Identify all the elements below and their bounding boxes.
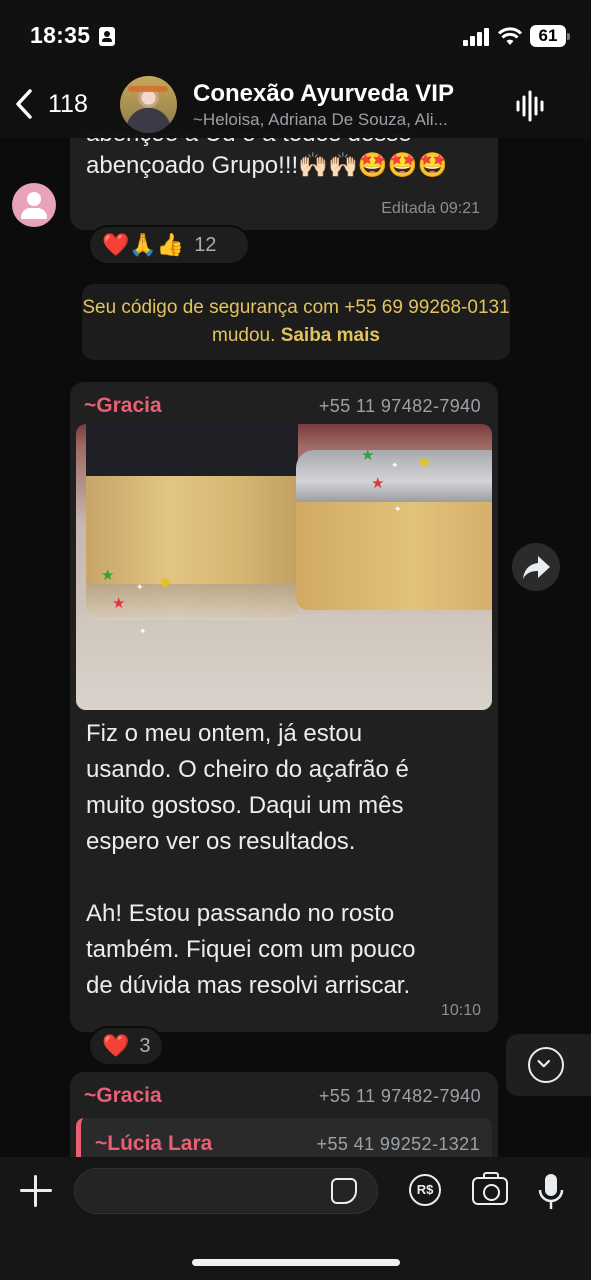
- reactions-bar[interactable]: ❤️ 3: [88, 1026, 164, 1066]
- message-line: espero ver os resultados.: [86, 828, 356, 855]
- status-time: 18:35: [30, 22, 91, 48]
- message-bubble-image[interactable]: ~Gracia +55 11 97482-7940 ★ ★ ✸ ✦ ✦ ★ ★ …: [70, 382, 498, 1032]
- message-body: Fiz o meu ontem, já estou usando. O chei…: [86, 716, 486, 1004]
- message-line: também. Fiquei com um pouco: [86, 936, 416, 963]
- id-card-icon: [99, 27, 115, 46]
- security-code-notice: Seu código de segurança com +55 69 99268…: [82, 284, 510, 360]
- message-line: de dúvida mas resolvi arriscar.: [86, 972, 411, 999]
- sender-name[interactable]: ~Gracia: [84, 394, 162, 418]
- message-line-blank: [86, 860, 486, 896]
- message-line: Ah! Estou passando no rosto: [86, 900, 395, 927]
- learn-more-link[interactable]: Saiba mais: [281, 325, 380, 346]
- scroll-to-bottom-button[interactable]: [506, 1034, 591, 1096]
- home-indicator[interactable]: [192, 1259, 400, 1266]
- group-name[interactable]: Conexão Ayurveda VIP: [193, 80, 454, 108]
- back-chevron-icon[interactable]: [14, 88, 34, 120]
- cellular-signal-icon: [463, 28, 491, 46]
- quoted-sender-phone: +55 41 99252-1321: [316, 1134, 480, 1154]
- message-timestamp: Editada 09:21: [381, 200, 480, 217]
- chevron-down-icon: [528, 1047, 564, 1083]
- camera-icon[interactable]: [472, 1172, 508, 1205]
- message-text-line: abençoado Grupo!!!🙌🏻🙌🏻🤩🤩🤩: [86, 152, 448, 179]
- sender-name[interactable]: ~Gracia: [84, 1084, 162, 1108]
- mic-icon[interactable]: [538, 1172, 564, 1212]
- reaction-emojis: ❤️: [102, 1033, 130, 1058]
- sticker-icon[interactable]: [331, 1178, 357, 1204]
- reaction-emojis: ❤️🙏👍: [102, 232, 185, 257]
- pay-icon[interactable]: R$: [409, 1174, 441, 1206]
- voice-chat-icon[interactable]: [514, 89, 548, 123]
- sender-phone: +55 11 97482-7940: [318, 396, 481, 416]
- message-line: Fiz o meu ontem, já estou: [86, 720, 363, 747]
- battery-indicator: 61: [530, 25, 570, 47]
- chat-header: 118 Conexão Ayurveda VIP ~Heloisa, Adria…: [0, 72, 591, 138]
- forward-button[interactable]: [512, 543, 560, 591]
- status-bar: 18:35 61: [0, 0, 591, 72]
- sender-avatar[interactable]: [12, 183, 56, 227]
- message-text: abençõe a Ud e a todos desse abençoado G…: [86, 134, 486, 182]
- plus-icon[interactable]: [20, 1175, 52, 1207]
- reaction-count: 12: [194, 233, 217, 256]
- unread-count[interactable]: 118: [48, 90, 88, 119]
- group-avatar[interactable]: [120, 76, 177, 133]
- reaction-count: 3: [139, 1034, 151, 1057]
- message-timestamp: 10:10: [440, 1002, 481, 1019]
- reactions-bar[interactable]: ❤️🙏👍 12: [88, 225, 250, 265]
- forward-icon: [523, 556, 550, 579]
- quoted-sender-name: ~Lúcia Lara: [95, 1132, 213, 1155]
- message-line: muito gostoso. Daqui um mês: [86, 792, 404, 819]
- message-line: usando. O cheiro do açafrão é: [86, 756, 409, 783]
- message-input[interactable]: [74, 1168, 378, 1214]
- sender-phone: +55 11 97482-7940: [318, 1086, 481, 1106]
- message-photo[interactable]: ★ ★ ✸ ✦ ✦ ★ ★ ✸ ✦ ✦: [76, 424, 492, 710]
- group-members[interactable]: ~Heloisa, Adriana De Souza, Ali...: [193, 110, 488, 130]
- wifi-icon: [498, 27, 522, 45]
